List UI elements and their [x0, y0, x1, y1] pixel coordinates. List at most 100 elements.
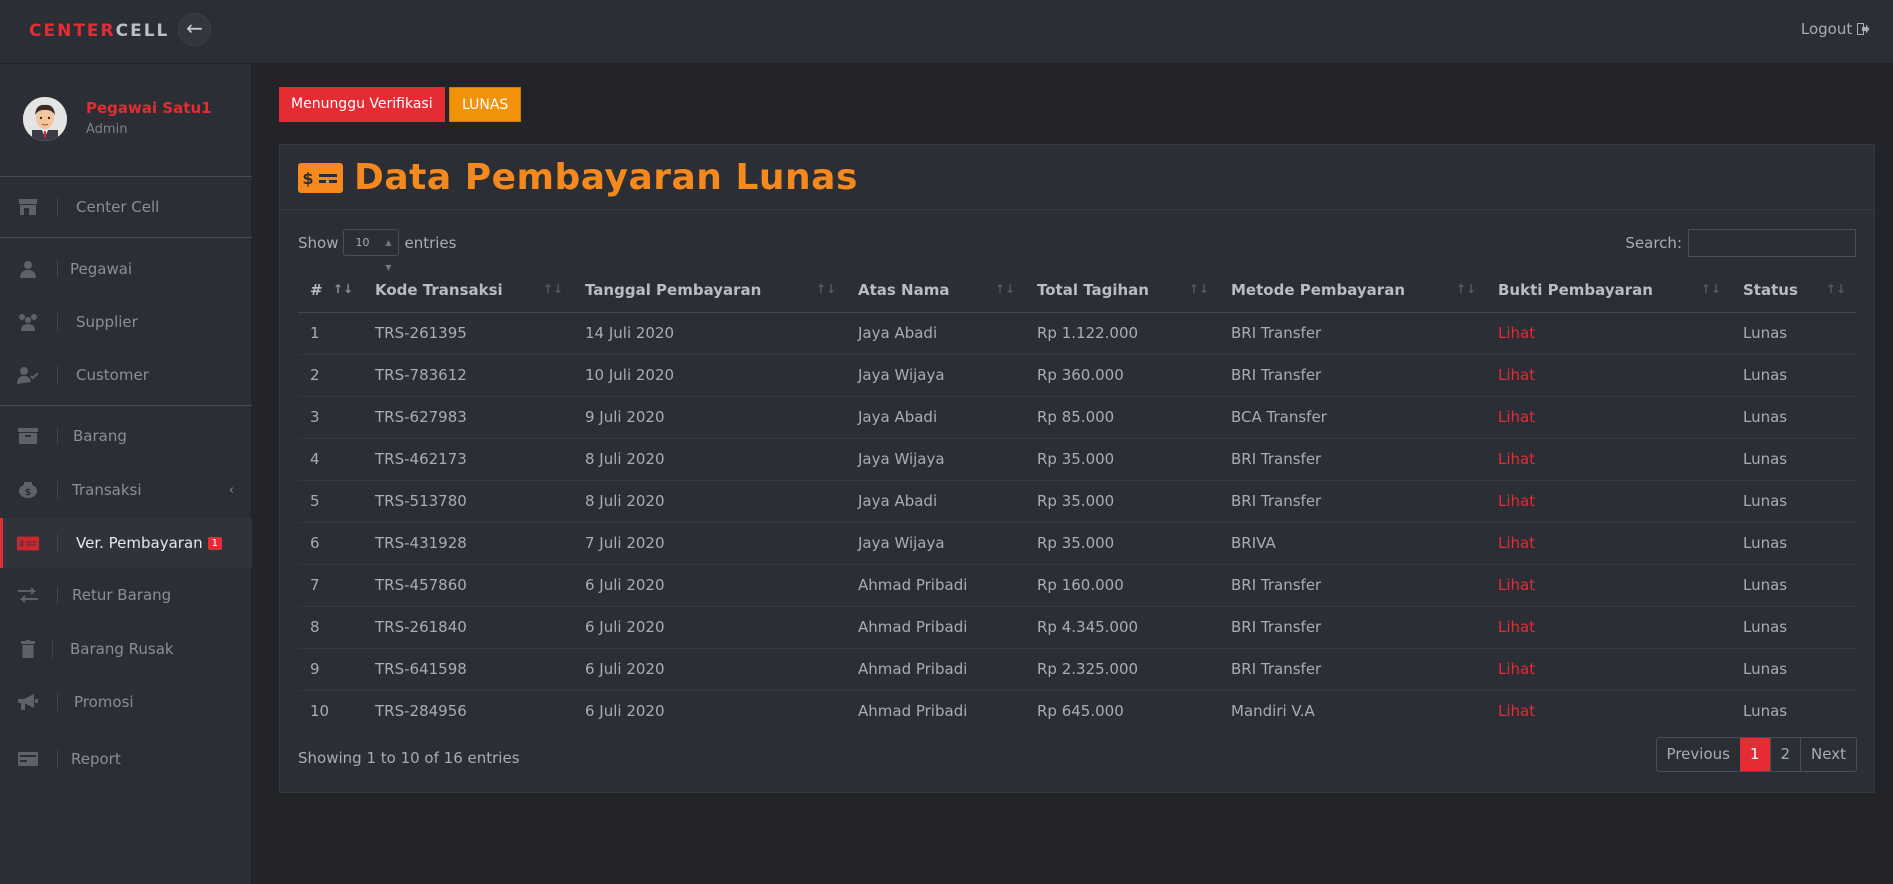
bukti-pembayaran-link[interactable]: Lihat	[1486, 689, 1731, 732]
entries-length-value: 10	[355, 236, 370, 249]
table-row: 10 TRS-284956 6 Juli 2020 Ahmad Pribadi Rp 6…	[298, 689, 1856, 732]
sidebar-toggle-button[interactable]: ←	[178, 13, 211, 46]
metode-pembayaran: BRI Transfer	[1219, 437, 1486, 480]
tanggal-pembayaran: 8 Juli 2020	[573, 479, 846, 522]
bukti-pembayaran-link[interactable]: Lihat	[1486, 563, 1731, 606]
tab-lunas[interactable]: LUNAS	[449, 87, 522, 122]
row-number: 1	[298, 311, 363, 354]
search-input[interactable]	[1688, 229, 1856, 257]
nav-divider	[0, 237, 252, 238]
kode-transaksi: TRS-462173	[363, 437, 573, 480]
status: Lunas	[1731, 521, 1856, 564]
tanggal-pembayaran: 6 Juli 2020	[573, 605, 846, 648]
total-tagihan: Rp 35.000	[1025, 437, 1219, 480]
user-role: Admin	[86, 122, 128, 137]
show-label: Show	[298, 233, 339, 252]
store-icon	[17, 196, 39, 218]
table-row: 9 TRS-641598 6 Juli 2020 Ahmad Pribadi Rp 2.…	[298, 647, 1856, 690]
column-header[interactable]: Status ↑↓	[1731, 268, 1856, 313]
sidebar-item-pegawai[interactable]: Pegawai	[0, 244, 252, 294]
table-info: Showing 1 to 10 of 16 entries	[298, 749, 520, 767]
status: Lunas	[1731, 647, 1856, 690]
sidebar-item-barang[interactable]: Barang	[0, 411, 252, 461]
atas-nama: Jaya Wijaya	[846, 437, 1025, 480]
brand-logo[interactable]: CENTERCELL	[29, 21, 169, 41]
bukti-pembayaran-link[interactable]: Lihat	[1486, 647, 1731, 690]
archive-icon	[17, 425, 39, 447]
table-row: 3 TRS-627983 9 Juli 2020 Jaya Abadi Rp 85.00…	[298, 395, 1856, 438]
sidebar-item-barang-rusak[interactable]: Barang Rusak	[0, 624, 252, 674]
logout-link[interactable]: Logout	[1801, 20, 1870, 38]
bukti-pembayaran-link[interactable]: Lihat	[1486, 605, 1731, 648]
metode-pembayaran: BRI Transfer	[1219, 563, 1486, 606]
bukti-pembayaran-link[interactable]: Lihat	[1486, 437, 1731, 480]
sidebar-item-label: Barang	[73, 427, 127, 445]
total-tagihan: Rp 160.000	[1025, 563, 1219, 606]
notification-badge: 1	[207, 537, 223, 550]
table-row: 7 TRS-457860 6 Juli 2020 Ahmad Pribadi Rp 16…	[298, 563, 1856, 606]
bukti-pembayaran-link[interactable]: Lihat	[1486, 479, 1731, 522]
panel-header: $ Data Pembayaran Lunas	[280, 145, 1874, 210]
sidebar-item-report[interactable]: Report	[0, 734, 252, 784]
row-number: 9	[298, 647, 363, 690]
sidebar-item-promosi[interactable]: Promosi	[0, 677, 252, 727]
atas-nama: Jaya Wijaya	[846, 521, 1025, 564]
pagination-next[interactable]: Next	[1800, 738, 1856, 771]
table-header-row: # ↑↓ Kode Transaksi ↑↓ Tanggal Pembayaran ↑…	[298, 268, 1856, 313]
column-header[interactable]: Tanggal Pembayaran ↑↓	[573, 268, 846, 313]
pagination-previous[interactable]: Previous	[1657, 738, 1740, 771]
table-row: 2 TRS-783612 10 Juli 2020 Jaya Wijaya Rp 360…	[298, 353, 1856, 396]
total-tagihan: Rp 2.325.000	[1025, 647, 1219, 690]
table-row: 1 TRS-261395 14 Juli 2020 Jaya Abadi Rp 1.12…	[298, 311, 1856, 354]
tab-menunggu-verifikasi[interactable]: Menunggu Verifikasi	[279, 87, 445, 122]
kode-transaksi: TRS-641598	[363, 647, 573, 690]
column-header[interactable]: Bukti Pembayaran ↑↓	[1486, 268, 1731, 313]
sidebar-item-ver-pembayaran[interactable]: Ver. Pembayaran 1	[0, 518, 252, 568]
atas-nama: Jaya Wijaya	[846, 353, 1025, 396]
column-header[interactable]: Total Tagihan ↑↓	[1025, 268, 1219, 313]
payment-panel: $ Data Pembayaran Lunas Show 10 ▲ ▼ entri…	[279, 144, 1875, 793]
total-tagihan: Rp 4.345.000	[1025, 605, 1219, 648]
column-header[interactable]: Atas Nama ↑↓	[846, 268, 1025, 313]
kode-transaksi: TRS-627983	[363, 395, 573, 438]
bukti-pembayaran-link[interactable]: Lihat	[1486, 353, 1731, 396]
kode-transaksi: TRS-284956	[363, 689, 573, 732]
sidebar-item-label: Barang Rusak	[70, 640, 174, 658]
entries-length-select[interactable]: 10 ▲ ▼	[343, 229, 400, 272]
column-header[interactable]: Kode Transaksi ↑↓	[363, 268, 573, 313]
chevron-left-icon: ‹	[228, 482, 234, 498]
status: Lunas	[1731, 479, 1856, 522]
table-row: 6 TRS-431928 7 Juli 2020 Jaya Wijaya Rp 35.0…	[298, 521, 1856, 564]
status: Lunas	[1731, 311, 1856, 354]
tanggal-pembayaran: 6 Juli 2020	[573, 647, 846, 690]
status: Lunas	[1731, 437, 1856, 480]
row-number: 10	[298, 689, 363, 732]
pagination-page-1[interactable]: 1	[1739, 738, 1770, 771]
table-row: 5 TRS-513780 8 Juli 2020 Jaya Abadi Rp 35.00…	[298, 479, 1856, 522]
column-header[interactable]: # ↑↓	[298, 268, 363, 313]
sidebar-item-center-cell[interactable]: Center Cell	[0, 182, 252, 232]
page-title: Data Pembayaran Lunas	[354, 157, 858, 198]
bukti-pembayaran-link[interactable]: Lihat	[1486, 395, 1731, 438]
sort-icon: ↑↓	[1700, 282, 1721, 296]
exchange-icon	[17, 584, 39, 606]
nav-divider	[0, 405, 252, 406]
sidebar-item-customer[interactable]: Customer	[0, 350, 252, 400]
column-header[interactable]: Metode Pembayaran ↑↓	[1219, 268, 1486, 313]
sidebar-item-transaksi[interactable]: $ Transaksi ‹	[0, 465, 252, 515]
tanggal-pembayaran: 8 Juli 2020	[573, 437, 846, 480]
pagination-page-2[interactable]: 2	[1769, 738, 1801, 771]
bukti-pembayaran-link[interactable]: Lihat	[1486, 521, 1731, 564]
bukti-pembayaran-link[interactable]: Lihat	[1486, 311, 1731, 354]
search-control: Search:	[1625, 229, 1856, 257]
sidebar-item-retur-barang[interactable]: Retur Barang	[0, 570, 252, 620]
sort-icon: ↑↓	[815, 282, 836, 296]
sort-icon: ↑↓	[994, 282, 1015, 296]
user-panel: Pegawai Satu1 Admin	[0, 64, 252, 177]
sidebar-item-supplier[interactable]: Supplier	[0, 297, 252, 347]
total-tagihan: Rp 645.000	[1025, 689, 1219, 732]
status: Lunas	[1731, 353, 1856, 396]
user-name: Pegawai Satu1	[86, 99, 212, 117]
avatar[interactable]	[23, 97, 67, 141]
kode-transaksi: TRS-431928	[363, 521, 573, 564]
